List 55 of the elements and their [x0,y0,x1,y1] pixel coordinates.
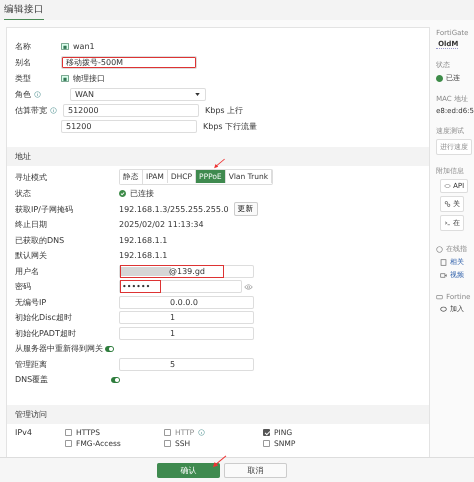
field-label: 类型 [15,72,32,84]
caret-icon [195,92,200,96]
field-value: wan1 [73,42,95,50]
field-value: 192.168.1.3/255.255.255.0 [119,204,229,214]
field-label: 角色 [15,88,31,100]
input-field[interactable]: 51200 [61,120,197,132]
status-text: 已连接 [130,188,154,199]
field-value: 192.168.1.1 [119,236,168,244]
eye-icon [444,183,452,189]
field-value: 物理接口 [73,72,105,84]
input-field[interactable]: 512000 [63,104,199,116]
video-icon [440,272,448,278]
field-value: 2025/02/02 11:13:34 [119,220,204,229]
input-field[interactable]: 5 [119,358,254,370]
confirm-button[interactable]: 确认 [157,462,220,478]
field-label: 管理距离 [15,358,48,370]
eye-icon[interactable] [244,284,253,290]
select-field[interactable]: WAN [70,88,206,100]
field-label: 密码 [15,281,32,292]
port-icon [61,42,69,50]
section-header: 管理访问 [7,404,430,424]
field-label: 别名 [15,56,32,68]
unit-label: Kbps 上行 [205,104,244,116]
field-label: 获取IP/子网掩码 [15,204,74,214]
field-label: 状态 [15,188,32,199]
field-label: 初始化Disc超时 [15,312,73,323]
unit-label: Kbps 下行流量 [203,120,258,132]
port-icon [61,74,69,82]
input-field[interactable]: @139.gd [119,264,254,278]
toggle-switch[interactable] [111,376,120,382]
page-title: 编辑接口 [4,3,44,20]
field-label: 无编号IP [15,296,48,308]
field-label: 已获取的DNS [15,234,66,246]
input-field[interactable]: 0.0.0.0 [119,296,254,308]
field-label: 从服务器中重新得到网关 [15,343,103,354]
cancel-button[interactable]: 取消 [224,462,287,478]
input-field[interactable]: 1 [119,311,254,324]
book-icon [440,258,448,266]
field-label: DNS覆盖 [15,374,50,385]
section-header: 地址 [7,147,430,166]
field-label: 名称 [15,40,32,52]
field-label: 用户名 [15,266,40,276]
field-label: 终止日期 [15,219,48,230]
input-field[interactable]: 1 [119,326,254,340]
terminal-icon [444,220,452,226]
field-label: 寻址模式 [15,172,48,182]
field-label: 默认网关 [15,250,48,261]
field-value: 192.168.1.1 [119,251,168,260]
toggle-switch[interactable] [105,346,114,352]
link-icon [444,201,452,207]
password-field[interactable]: •••••• [119,280,242,293]
field-label: IPv4 [15,428,34,438]
input-field[interactable]: 移动拨号-500M [61,56,197,68]
field-label: 估算带宽 [15,104,47,116]
field-label: 初始化PADT超时 [15,328,77,338]
